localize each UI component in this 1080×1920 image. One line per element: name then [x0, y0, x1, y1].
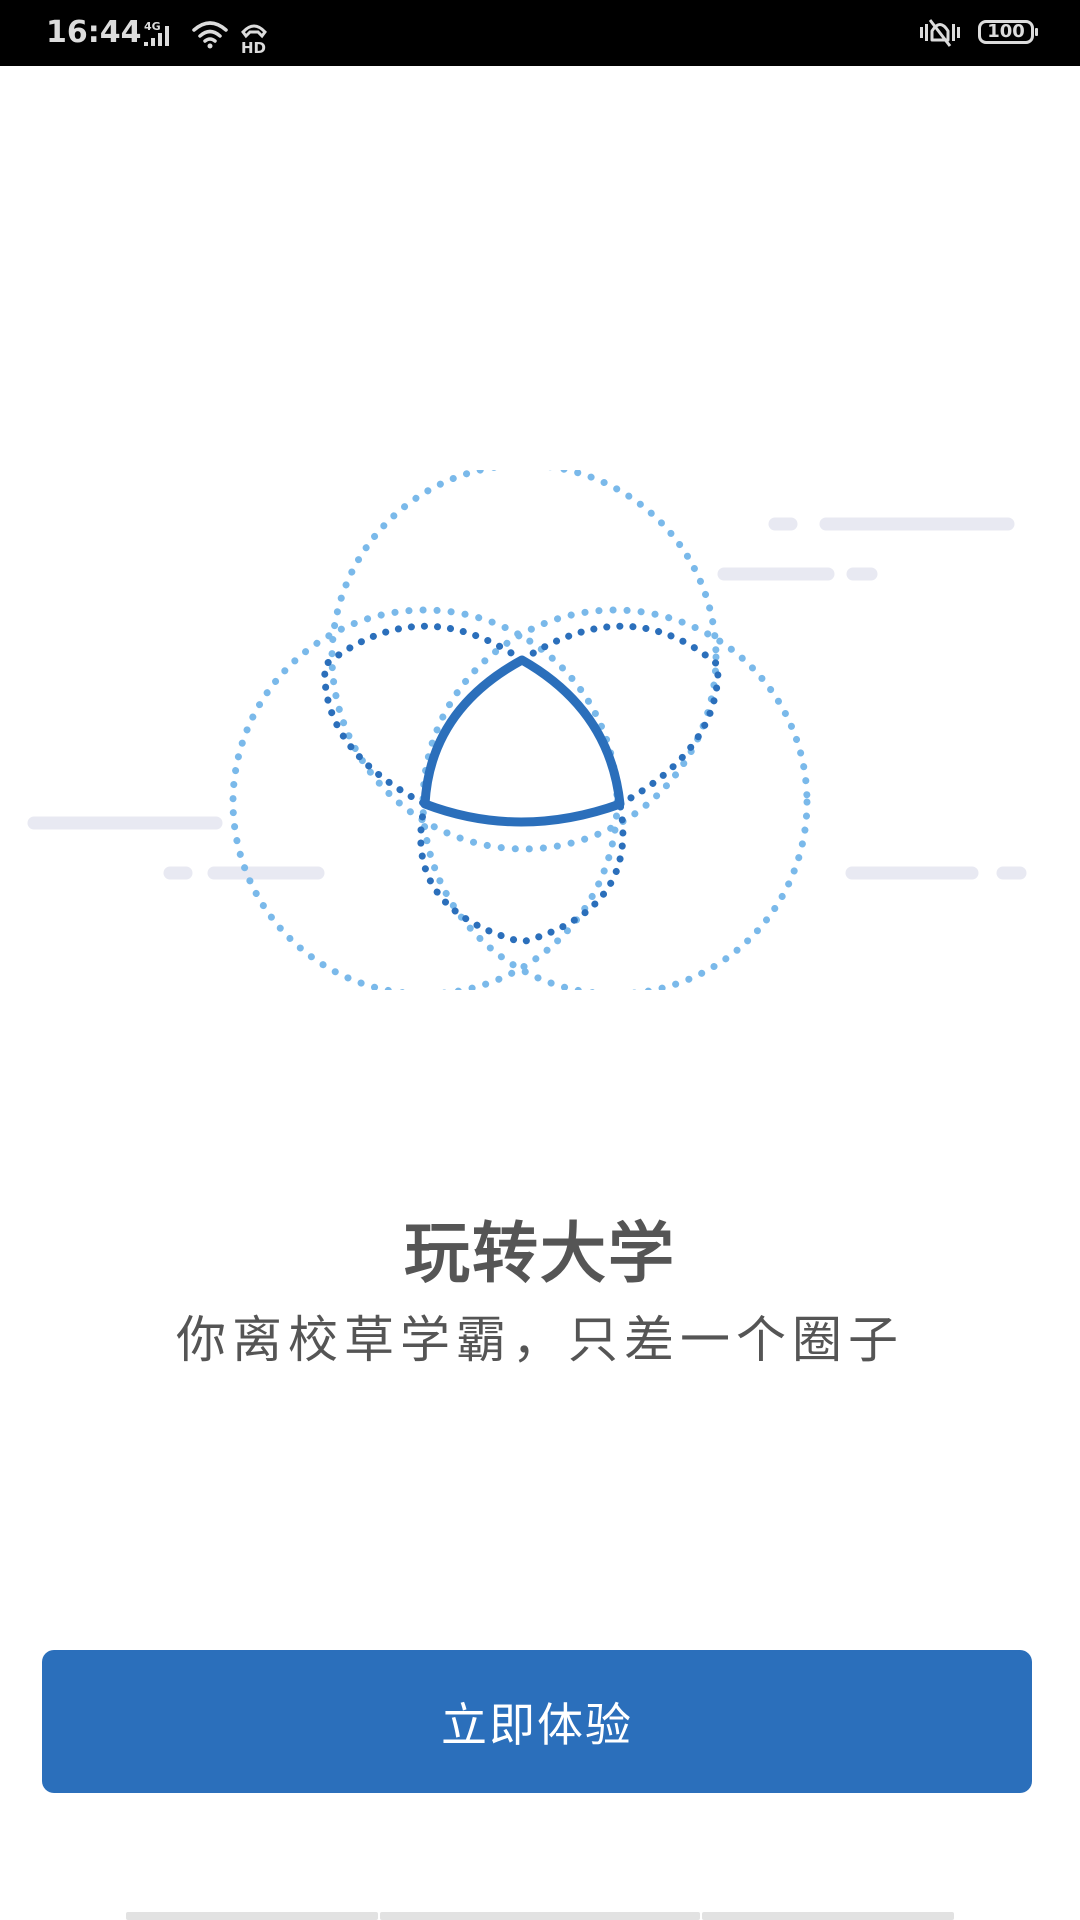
page-indicator-1 — [126, 1912, 378, 1920]
battery-level: 100 — [987, 21, 1025, 42]
signal-icon: 4G — [144, 20, 169, 46]
headline: 玩转大学 — [404, 1215, 676, 1292]
inner-dotted-lenses — [321, 622, 722, 946]
wifi-icon — [192, 21, 228, 49]
svg-text:HD: HD — [241, 39, 266, 56]
status-bar: 16:44 4G HD 100 — [0, 0, 1080, 66]
outer-dotted-circles — [229, 470, 811, 990]
battery-icon: 100 — [978, 20, 1038, 44]
page-indicator-3 — [702, 1912, 954, 1920]
network-type-label: 4G — [144, 20, 161, 33]
hd-call-icon: HD — [241, 24, 267, 56]
vibrate-icon — [920, 19, 960, 47]
try-now-button[interactable]: 立即体验 — [42, 1650, 1032, 1793]
status-icons-left: 4G HD — [144, 20, 267, 56]
page-indicator-2 — [380, 1912, 700, 1920]
subline: 你离校草学霸，只差一个圈子 — [176, 1311, 904, 1369]
circles-illustration — [27, 470, 1027, 990]
onboarding-page: 16:44 4G HD 100 玩转大学 你离校草学霸，只差一个圈子 立即体验 — [0, 0, 1080, 1920]
status-time: 16:44 — [46, 15, 142, 50]
center-triangle — [420, 655, 625, 827]
